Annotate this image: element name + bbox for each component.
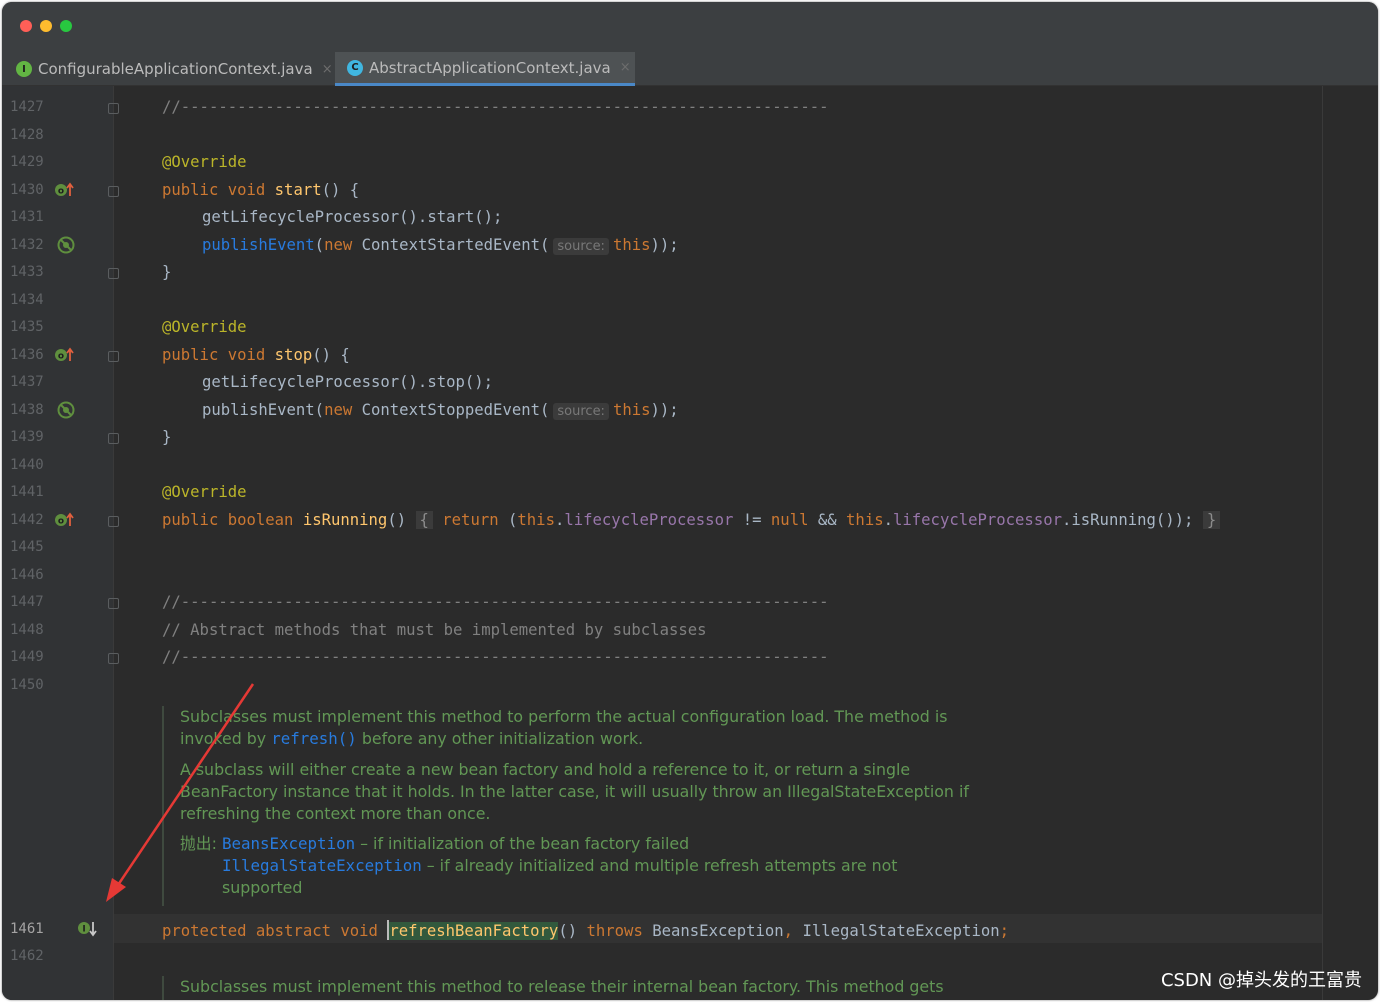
watermark: CSDN @掉头发的王富贵 [1160,970,1362,991]
annotation-arrow [106,683,255,902]
ide-window: I ConfigurableApplicationContext.java × … [2,2,1378,1000]
